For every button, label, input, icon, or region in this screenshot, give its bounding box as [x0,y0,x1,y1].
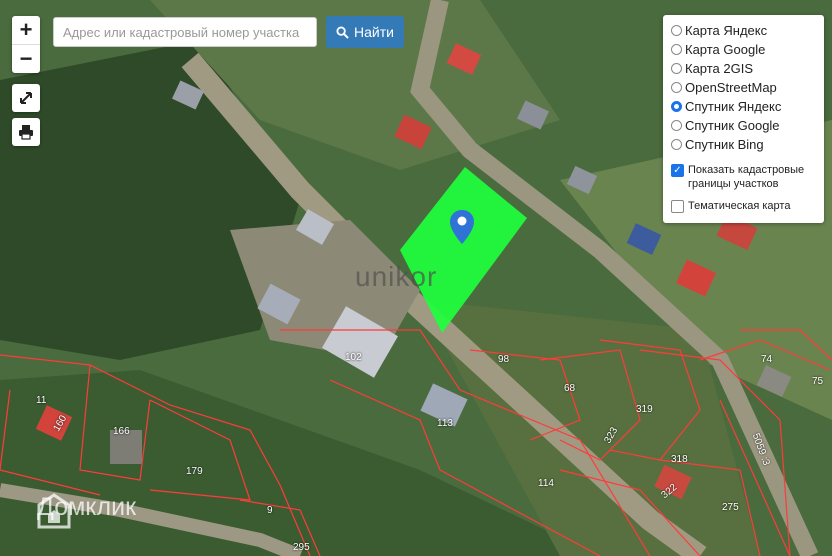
layer-option-google-map[interactable]: Карта Google [671,40,816,59]
layer-option-2gis-map[interactable]: Карта 2GIS [671,59,816,78]
radio-button-selected[interactable] [671,101,682,112]
layer-option-openstreetmap[interactable]: OpenStreetMap [671,78,816,97]
checkbox-icon[interactable] [671,200,684,213]
parcel-number: 11 [36,395,47,406]
parcel-number: 102 [345,352,362,363]
parcel-number: 68 [564,383,576,394]
layer-option-yandex-map[interactable]: Карта Яндекс [671,21,816,40]
radio-button[interactable] [671,25,682,36]
parcel-number: 319 [636,404,653,415]
parcel-number: 9 [267,505,273,516]
search-button[interactable]: Найти [326,16,404,48]
radio-button[interactable] [671,63,682,74]
location-marker-icon[interactable] [450,210,474,244]
layer-option-yandex-satellite[interactable]: Спутник Яндекс [671,97,816,116]
parcel-number: 295 [293,542,310,553]
parcel-number: 318 [671,454,688,465]
zoom-in-button[interactable]: + [12,16,40,45]
radio-button[interactable] [671,44,682,55]
radio-button[interactable] [671,120,682,131]
radio-button[interactable] [671,82,682,93]
parcel-number: 114 [538,478,554,489]
thematic-map-checkbox-row[interactable]: Тематическая карта [671,199,816,213]
print-icon [19,125,33,140]
brand-watermark: unikor [355,261,438,292]
parcel-number: 275 [722,502,739,513]
fullscreen-button[interactable] [12,84,40,112]
parcel-number: 98 [498,354,510,365]
print-button[interactable] [12,118,40,146]
parcel-number: 166 [113,426,130,437]
layer-option-bing-satellite[interactable]: Спутник Bing [671,135,816,154]
zoom-out-button[interactable]: − [12,45,40,73]
radio-button[interactable] [671,139,682,150]
domclick-watermark: Домклик [37,493,136,529]
layer-option-google-satellite[interactable]: Спутник Google [671,116,816,135]
fullscreen-icon [20,92,32,104]
house-logo-icon [37,493,71,529]
address-search-input[interactable] [53,17,317,47]
zoom-control: + − [12,16,40,73]
checkbox-checked-icon[interactable]: ✓ [671,164,684,177]
parcel-number: 75 [812,376,824,387]
parcel-number: 113 [437,418,453,429]
search-icon [336,25,349,39]
search-button-label: Найти [354,24,394,40]
parcel-number: 74 [761,354,773,365]
parcel-number: 179 [186,466,203,477]
show-cadastral-checkbox-row[interactable]: ✓ Показать кадастровые границы участков [671,163,816,191]
layer-switcher: Карта Яндекс Карта Google Карта 2GIS Ope… [663,15,824,223]
